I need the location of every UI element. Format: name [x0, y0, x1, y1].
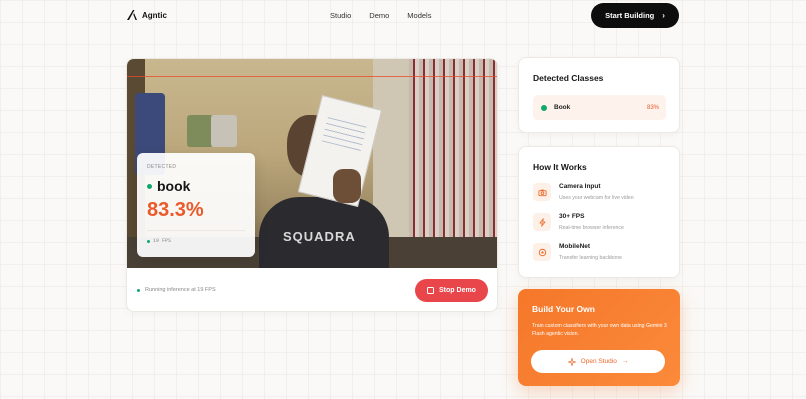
class-dot-icon [541, 104, 547, 111]
how-item-camera: Camera Input Uses your webcam for live v… [533, 183, 673, 209]
overlay-class: book [147, 178, 190, 194]
book-writing [321, 112, 368, 151]
class-row[interactable]: Book 83% [533, 95, 666, 120]
start-building-label: Start Building [605, 11, 655, 20]
build-description: Train custom classifiers with your own d… [532, 323, 667, 338]
how-item-fps: 30+ FPS Real-time browser inference [533, 213, 673, 239]
inference-status-text: Running inference at 19 FPS [145, 287, 216, 293]
open-studio-label: Open Studio [580, 358, 617, 365]
how-item-desc: Real-time browser inference [559, 225, 624, 231]
stop-icon [427, 287, 435, 294]
how-item-title: Camera Input [559, 183, 601, 190]
demo-card: SQUADRA DETECTED book 83.3% 19 FPS Runni… [126, 58, 498, 312]
how-item-title: MobileNet [559, 243, 591, 250]
running-dot-icon [137, 288, 140, 292]
fps-dot-icon [147, 239, 150, 243]
open-studio-button[interactable]: Open Studio → [531, 350, 665, 373]
overlay-fps: 19 FPS [147, 238, 171, 244]
detected-classes-title: Detected Classes [533, 73, 604, 83]
overlay-divider [147, 230, 245, 231]
how-item-desc: Transfer learning backbone [559, 255, 622, 261]
overlay-confidence: 83.3% [147, 199, 204, 221]
nav-link-demo[interactable]: Demo [369, 11, 389, 20]
how-it-works-title: How It Works [533, 162, 587, 172]
detection-overlay: DETECTED book 83.3% 19 FPS [137, 153, 255, 257]
overlay-label: DETECTED [147, 164, 177, 170]
nav-link-models[interactable]: Models [407, 11, 431, 20]
video-curtain [409, 59, 497, 239]
class-name: Book [554, 104, 571, 111]
sparkle-icon [567, 357, 576, 366]
stop-demo-button[interactable]: Stop Demo [415, 279, 488, 302]
how-it-works-card: How It Works Camera Input Uses your webc… [518, 146, 680, 278]
stop-demo-label: Stop Demo [439, 287, 476, 294]
video-shirt-white [211, 115, 237, 147]
how-item-title: 30+ FPS [559, 213, 585, 220]
nav-links: Studio Demo Models [330, 11, 431, 20]
how-item-mobilenet: MobileNet Transfer learning backbone [533, 243, 673, 269]
nav-link-studio[interactable]: Studio [330, 11, 351, 20]
logo-mark-icon [127, 10, 137, 20]
start-building-button[interactable]: Start Building › [591, 3, 679, 28]
overlay-fps-text: 19 FPS [153, 238, 172, 244]
demo-footer: Running inference at 19 FPS Stop Demo [127, 268, 497, 311]
build-title: Build Your Own [532, 304, 595, 314]
class-confidence: 83% [646, 104, 659, 111]
video-shirt-text: SQUADRA [283, 229, 356, 244]
video-shirt-green [187, 115, 213, 147]
target-icon [533, 243, 551, 261]
bolt-icon [533, 213, 551, 231]
webcam-feed: SQUADRA DETECTED book 83.3% 19 FPS [127, 59, 497, 268]
inference-status: Running inference at 19 FPS [137, 287, 216, 293]
top-nav: Agntic Studio Demo Models Start Building… [0, 0, 806, 32]
camera-icon [533, 183, 551, 201]
chevron-right-icon: › [662, 11, 665, 20]
overlay-class-name: book [157, 178, 191, 194]
video-hand [333, 169, 361, 203]
scan-line [127, 76, 497, 77]
detected-classes-card: Detected Classes Book 83% [518, 57, 680, 133]
status-dot-icon [147, 183, 152, 189]
brand-logo[interactable]: Agntic [126, 9, 167, 21]
arrow-right-icon: → [621, 358, 629, 365]
how-item-desc: Uses your webcam for live video [559, 195, 634, 201]
build-your-own-card: Build Your Own Train custom classifiers … [518, 289, 680, 386]
brand-name: Agntic [142, 10, 167, 20]
